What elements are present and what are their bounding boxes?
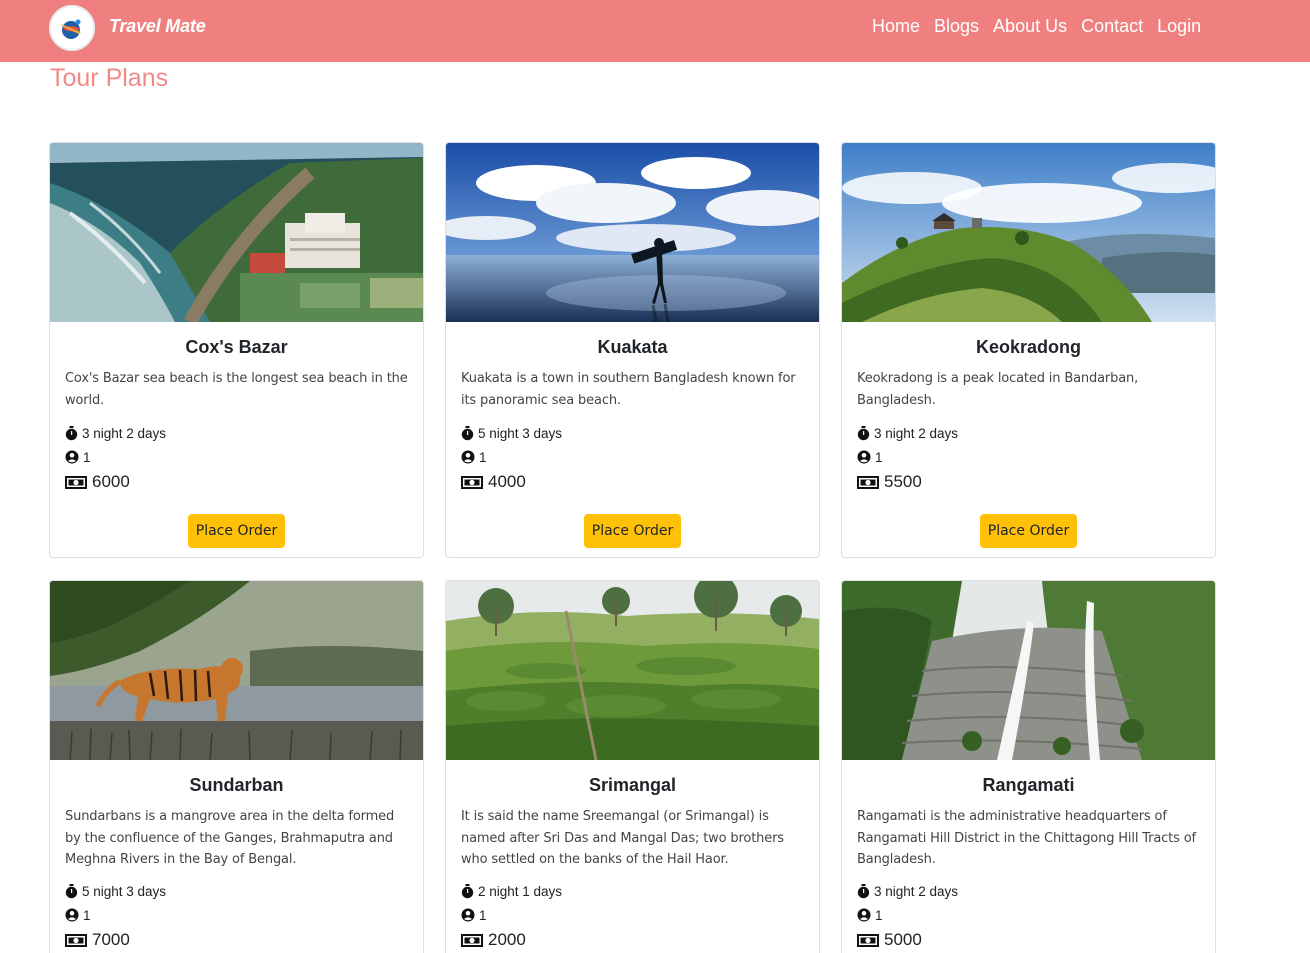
money-bill-icon [65,475,87,489]
price-text: 6000 [92,472,130,491]
duration-row: 3 night 2 days [842,423,1215,443]
sea-beach-silhouette-photo [446,143,819,322]
tea-garden-photo [446,581,819,760]
money-bill-icon [857,475,879,489]
tour-card-keokradong: Keokradong Keokradong is a peak located … [841,142,1216,558]
price-row: 7000 [50,928,423,952]
price-text: 7000 [92,930,130,949]
money-bill-icon [857,933,879,947]
price-text: 5000 [884,930,922,949]
beach-aerial-photo [50,143,423,322]
logo-icon[interactable] [49,5,95,51]
nav-contact[interactable]: Contact [1081,16,1143,37]
user-circle-icon [857,908,871,922]
stopwatch-icon [461,425,474,440]
tour-card-sundarban: Sundarban Sundarbans is a mangrove area … [49,580,424,953]
page-title: Tour Plans [50,64,169,92]
money-bill-icon [461,933,483,947]
user-circle-icon [461,908,475,922]
card-title: Keokradong [975,337,1081,357]
hill-peak-photo [842,143,1215,322]
persons-row: 1 [842,447,1215,467]
waterfall-photo [842,581,1215,760]
card-title: Cox's Bazar [185,337,288,357]
tour-card-coxs-bazar: Cox's Bazar Cox's Bazar sea beach is the… [49,142,424,558]
persons-text: 1 [875,907,883,923]
card-description: Cox's Bazar sea beach is the longest sea… [65,371,408,408]
duration-text: 3 night 2 days [874,883,959,899]
stopwatch-icon [65,883,78,898]
user-circle-icon [857,450,871,464]
duration-text: 3 night 2 days [82,425,167,441]
nav-blogs[interactable]: Blogs [934,16,979,37]
duration-text: 2 night 1 days [478,883,563,899]
card-description: Keokradong is a peak located in Bandarba… [857,371,1139,408]
duration-row: 2 night 1 days [446,881,819,901]
duration-row: 3 night 2 days [50,423,423,443]
price-row: 5500 [842,470,1215,494]
stopwatch-icon [461,883,474,898]
card-title: Kuakata [597,337,668,357]
user-circle-icon [65,908,79,922]
place-order-button[interactable]: Place Order [188,514,285,548]
nav-links: Home Blogs About Us Contact Login [872,16,1215,37]
price-text: 5500 [884,472,922,491]
persons-row: 1 [446,447,819,467]
nav-login[interactable]: Login [1157,16,1201,37]
duration-row: 5 night 3 days [50,881,423,901]
persons-text: 1 [479,449,487,465]
price-row: 4000 [446,470,819,494]
price-text: 4000 [488,472,526,491]
persons-row: 1 [50,905,423,925]
place-order-button[interactable]: Place Order [584,514,681,548]
duration-text: 5 night 3 days [82,883,167,899]
persons-text: 1 [83,907,91,923]
duration-text: 3 night 2 days [874,425,959,441]
duration-row: 3 night 2 days [842,881,1215,901]
duration-row: 5 night 3 days [446,423,819,443]
price-row: 2000 [446,928,819,952]
price-row: 5000 [842,928,1215,952]
persons-text: 1 [479,907,487,923]
card-description: Kuakata is a town in southern Bangladesh… [461,371,796,408]
tour-card-kuakata: Kuakata Kuakata is a town in southern Ba… [445,142,820,558]
card-title: Srimangal [588,775,677,795]
duration-text: 5 night 3 days [478,425,563,441]
persons-text: 1 [875,449,883,465]
navbar: Travel Mate Home Blogs About Us Contact … [0,0,1310,62]
tour-card-rangamati: Rangamati Rangamati is the administrativ… [841,580,1216,953]
tour-card-srimangal: Srimangal It is said the name Sreemangal… [445,580,820,953]
stopwatch-icon [65,425,78,440]
card-description: Rangamati is the administrative headquar… [857,809,1196,867]
user-circle-icon [65,450,79,464]
money-bill-icon [461,475,483,489]
nav-home[interactable]: Home [872,16,920,37]
card-title: Rangamati [982,775,1075,795]
persons-text: 1 [83,449,91,465]
persons-row: 1 [446,905,819,925]
nav-about-us[interactable]: About Us [993,16,1067,37]
stopwatch-icon [857,425,870,440]
stopwatch-icon [857,883,870,898]
card-description: It is said the name Sreemangal (or Srima… [461,809,784,867]
money-bill-icon [65,933,87,947]
price-row: 6000 [50,470,423,494]
user-circle-icon [461,450,475,464]
card-description: Sundarbans is a mangrove area in the del… [65,809,395,867]
persons-row: 1 [842,905,1215,925]
tiger-mangrove-photo [50,581,423,760]
place-order-button[interactable]: Place Order [980,514,1077,548]
persons-row: 1 [50,447,423,467]
card-title: Sundarban [189,775,284,795]
brand-name[interactable]: Travel Mate [109,16,206,37]
price-text: 2000 [488,930,526,949]
